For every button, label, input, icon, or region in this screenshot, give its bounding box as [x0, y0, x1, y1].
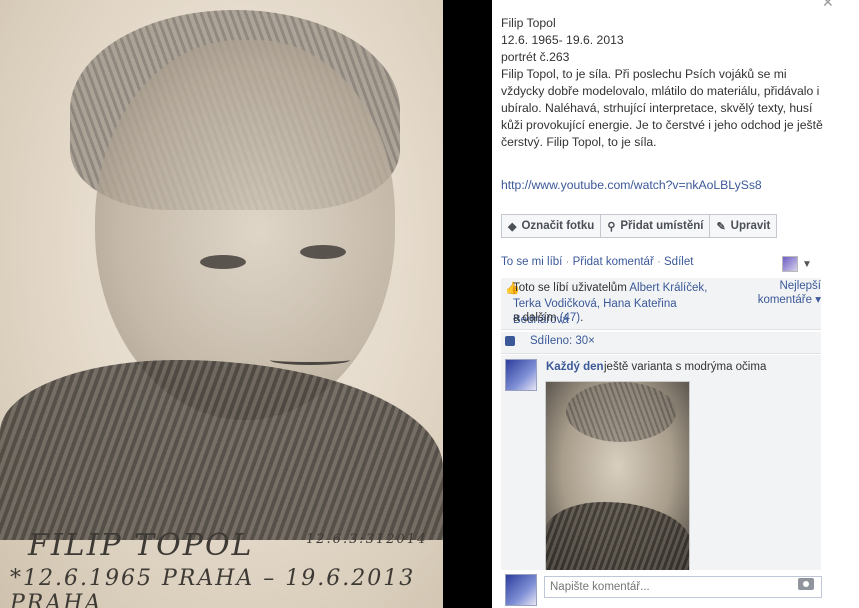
add-location-button[interactable]: ⚲ Přidat umístění: [600, 214, 711, 238]
tag-icon: ◆: [508, 220, 517, 233]
post-title: Filip Topol: [501, 16, 556, 30]
actor-selector-avatar[interactable]: [782, 256, 798, 272]
share-icon: [505, 336, 515, 346]
top-comments-dropdown[interactable]: Nejlepší komentáře ▾: [731, 280, 821, 306]
add-comment-link[interactable]: Přidat komentář: [573, 256, 654, 268]
comment-attached-image[interactable]: [545, 381, 690, 571]
photo-actions: ◆ Označit fotku ⚲ Přidat umístění ✎ Upra…: [501, 214, 778, 238]
pencil-icon: ✎: [716, 220, 726, 233]
drawing-caption-dates: *12.6.1965 PRAHA – 19.6.2013 PRAHA: [10, 566, 416, 608]
comment-author[interactable]: Každý den: [546, 361, 604, 373]
post-dates: 12.6. 1965- 19.6. 2013: [501, 33, 624, 47]
likes-more: a dalším (47).: [513, 312, 583, 324]
likes-count-link[interactable]: (47): [560, 312, 580, 324]
drawing-signature: 12.6.3:312014: [306, 532, 428, 547]
tag-photo-label: Označit fotku: [521, 220, 595, 232]
image-sketch-hair: [566, 382, 676, 442]
sketch-eye-right: [300, 245, 346, 259]
shares-count-link[interactable]: Sdíleno: 30×: [530, 335, 595, 347]
tag-photo-button[interactable]: ◆ Označit fotku: [501, 214, 602, 238]
post-portrait-number: portrét č.263: [501, 50, 570, 64]
close-icon[interactable]: ✕: [822, 0, 834, 11]
sketch-mouth: [270, 355, 350, 365]
like-link[interactable]: To se mi líbí: [501, 256, 562, 268]
likes-prefix: Toto se líbí uživatelům: [513, 282, 630, 294]
add-location-label: Přidat umístění: [620, 220, 704, 232]
comment-input[interactable]: [544, 576, 822, 598]
post-body: Filip Topol, to je síla. Při poslechu Ps…: [501, 67, 823, 149]
photo-viewer: FILIP TOPOL 12.6.3:312014 *12.6.1965 PRA…: [0, 0, 859, 608]
chevron-down-icon[interactable]: ▼: [802, 259, 812, 270]
separator: ·: [653, 256, 665, 268]
map-pin-icon: ⚲: [607, 220, 616, 233]
commenter-avatar[interactable]: [505, 359, 537, 391]
current-user-avatar: [505, 574, 537, 606]
likes-more-prefix: a dalším: [513, 312, 560, 324]
portrait-drawing: FILIP TOPOL 12.6.3:312014 *12.6.1965 PRA…: [0, 0, 443, 608]
image-sketch-scarf: [546, 502, 689, 570]
likes-end: .: [580, 312, 584, 324]
separator: ·: [562, 256, 573, 268]
feedback-links: To se mi líbí · Přidat komentář · Sdílet: [501, 256, 821, 268]
camera-icon[interactable]: [798, 578, 814, 590]
comment-text: ještě varianta s modrýma očima: [604, 361, 767, 373]
drawing-caption-name: FILIP TOPOL: [28, 528, 254, 563]
share-link[interactable]: Sdílet: [664, 256, 693, 268]
scrollbar-gutter[interactable]: [840, 0, 859, 608]
youtube-link[interactable]: http://www.youtube.com/watch?v=nkAoLBLyS…: [501, 177, 831, 194]
edit-label: Upravit: [730, 220, 771, 232]
edit-button[interactable]: ✎ Upravit: [709, 214, 778, 238]
sketch-eye-left: [200, 255, 246, 269]
